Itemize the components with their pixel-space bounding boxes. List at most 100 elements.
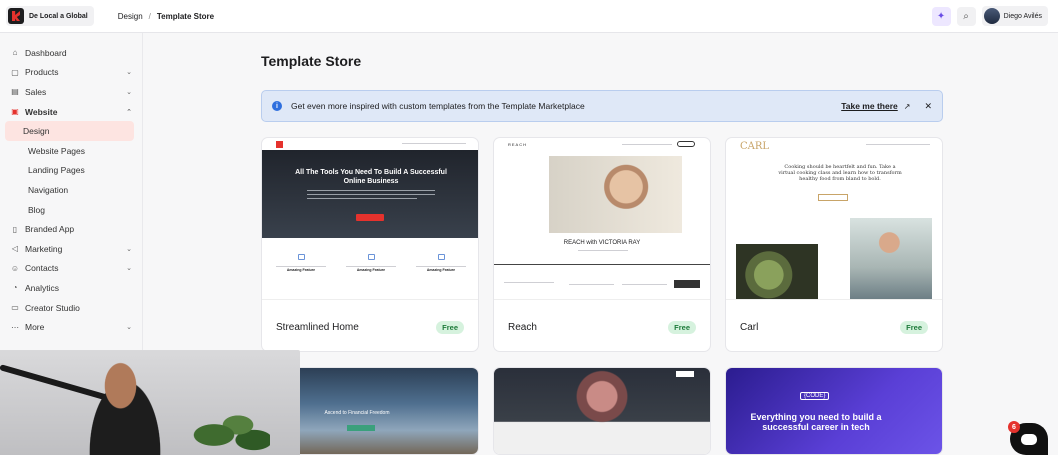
- sidebar-subitem-landing-pages[interactable]: Landing Pages: [5, 161, 134, 181]
- template-preview: All The Tools You Need To Build A Succes…: [262, 138, 478, 300]
- presenter: [80, 362, 170, 455]
- chevron-down-icon: ⌄: [126, 265, 132, 273]
- preview-logo: REACH: [508, 142, 528, 147]
- studio-icon: ▭: [11, 303, 19, 313]
- preview-chef-photo: [850, 218, 932, 299]
- ai-sparkle-icon[interactable]: ✦: [931, 6, 951, 26]
- feature-icon: [367, 254, 375, 260]
- take-me-there-link[interactable]: Take me there: [841, 101, 898, 111]
- preview-headline: REACH with VICTORIA RAY: [563, 240, 641, 246]
- template-preview: REACH REACH with VICTORIA RAY: [494, 138, 710, 300]
- chart-icon: ◔: [12, 283, 18, 293]
- plant: [190, 405, 270, 455]
- sidebar-item-label: Dashboard: [25, 47, 67, 58]
- feature-icon: [297, 254, 305, 260]
- template-card-code[interactable]: {CODE} Everything you need to build a su…: [725, 367, 943, 455]
- search-icon[interactable]: ⌕: [956, 6, 976, 26]
- phone-icon: ▯: [12, 224, 18, 234]
- avatar: [983, 8, 1000, 24]
- user-name: Diego Avilés: [1003, 12, 1042, 20]
- free-badge: Free: [436, 320, 464, 334]
- preview-feature-label: Amazing Feature: [426, 268, 456, 272]
- sidebar-item-more[interactable]: ⋯ More ⌄: [0, 317, 142, 337]
- banner-text: Get even more inspired with custom templ…: [291, 101, 585, 111]
- sidebar-item-label: More: [25, 322, 45, 333]
- preview-headline: All The Tools You Need To Build A Succes…: [295, 169, 447, 185]
- megaphone-icon: ◁: [11, 244, 19, 254]
- template-preview: [494, 368, 710, 454]
- preview-feature-label: Amazing Feature: [356, 268, 386, 272]
- breadcrumb: Design / Template Store: [118, 12, 214, 21]
- preview-text: Cooking should be heartfelt and fun. Tak…: [778, 164, 902, 182]
- template-preview: {CODE} Everything you need to build a su…: [726, 368, 942, 454]
- breadcrumb-design[interactable]: Design: [118, 12, 143, 21]
- sidebar-item-label: Creator Studio: [25, 302, 80, 313]
- preview-food-photo: [736, 244, 818, 299]
- webcam-overlay: [0, 350, 300, 455]
- cart-icon: ▤: [11, 87, 19, 97]
- sidebar-item-label: Products: [25, 67, 59, 78]
- sidebar-item-dashboard[interactable]: ⌂ Dashboard: [0, 43, 142, 63]
- preview-logo: CARL: [740, 141, 770, 152]
- sidebar-subitem-navigation[interactable]: Navigation: [5, 180, 134, 200]
- breadcrumb-separator: /: [148, 11, 151, 21]
- template-preview: CARL Cooking should be heartfelt and fun…: [726, 138, 942, 300]
- sidebar-subitem-website-pages[interactable]: Website Pages: [5, 141, 134, 161]
- sidebar-subitem-design[interactable]: Design: [5, 121, 134, 141]
- sidebar-item-contacts[interactable]: ☺ Contacts ⌄: [0, 259, 142, 279]
- feature-icon: [437, 254, 445, 260]
- sidebar-item-label: Branded App: [25, 224, 75, 235]
- free-badge: Free: [900, 320, 928, 334]
- template-name: Streamlined Home: [276, 321, 359, 333]
- template-name: Reach: [508, 321, 537, 333]
- sidebar-item-label: Marketing: [25, 243, 63, 254]
- template-card-wellness[interactable]: [493, 367, 711, 455]
- sidebar-item-label: Website: [25, 106, 58, 117]
- sidebar-item-sales[interactable]: ▤ Sales ⌄: [0, 82, 142, 102]
- sidebar-item-label: Contacts: [25, 263, 59, 274]
- sidebar-item-creator-studio[interactable]: ▭ Creator Studio: [0, 298, 142, 318]
- sidebar-item-branded-app[interactable]: ▯ Branded App: [0, 219, 142, 239]
- template-card-reach[interactable]: REACH REACH with VICTORIA RAY Reach Free: [493, 137, 711, 352]
- preview-photo: [494, 368, 710, 454]
- chevron-down-icon: ⌄: [126, 69, 132, 77]
- chevron-up-icon: ⌃: [126, 108, 132, 116]
- chevron-down-icon: ⌄: [126, 88, 132, 96]
- sidebar-item-label: Analytics: [25, 282, 60, 293]
- chevron-down-icon: ⌄: [126, 245, 132, 253]
- user-menu[interactable]: Diego Avilés: [981, 6, 1048, 26]
- home-icon: ⌂: [12, 48, 18, 58]
- workspace-switcher[interactable]: De Local a Global: [6, 6, 94, 26]
- sidebar-item-analytics[interactable]: ◔ Analytics: [0, 278, 142, 298]
- close-icon[interactable]: ✕: [924, 101, 932, 112]
- template-card-carl[interactable]: CARL Cooking should be heartfelt and fun…: [725, 137, 943, 352]
- preview-logo: {CODE}: [800, 392, 830, 400]
- preview-logo-icon: [276, 141, 283, 148]
- sidebar-subitem-blog[interactable]: Blog: [5, 200, 134, 220]
- box-icon: ▢: [11, 67, 19, 77]
- template-card-streamlined-home[interactable]: All The Tools You Need To Build A Succes…: [261, 137, 479, 352]
- chat-unread-badge: 6: [1008, 421, 1020, 433]
- brand-name: De Local a Global: [29, 12, 88, 20]
- contacts-icon: ☺: [10, 263, 20, 273]
- preview-feature-label: Amazing Feature: [286, 268, 316, 272]
- sidebar-item-website[interactable]: ▣ Website ⌃: [0, 102, 142, 122]
- chevron-down-icon: ⌄: [126, 324, 132, 332]
- external-link-icon: ↗: [903, 101, 911, 111]
- breadcrumb-template-store: Template Store: [156, 11, 215, 21]
- top-bar: De Local a Global Design / Template Stor…: [0, 0, 1058, 33]
- browser-icon: ▣: [11, 107, 19, 117]
- sidebar-item-label: Sales: [25, 86, 47, 97]
- sidebar-item-products[interactable]: ▢ Products ⌄: [0, 63, 142, 83]
- free-badge: Free: [668, 320, 696, 334]
- preview-photo: [549, 156, 682, 233]
- preview-headline: Ascend to Financial Freedom: [324, 410, 390, 416]
- preview-headline: Everything you need to build a successfu…: [750, 412, 882, 432]
- chat-icon: [1021, 433, 1037, 445]
- info-icon: i: [272, 101, 282, 111]
- dots-icon: ⋯: [11, 322, 19, 332]
- template-name: Carl: [740, 321, 759, 333]
- brand-logo: [8, 8, 24, 24]
- page-title: Template Store: [261, 53, 362, 69]
- sidebar-item-marketing[interactable]: ◁ Marketing ⌄: [0, 239, 142, 259]
